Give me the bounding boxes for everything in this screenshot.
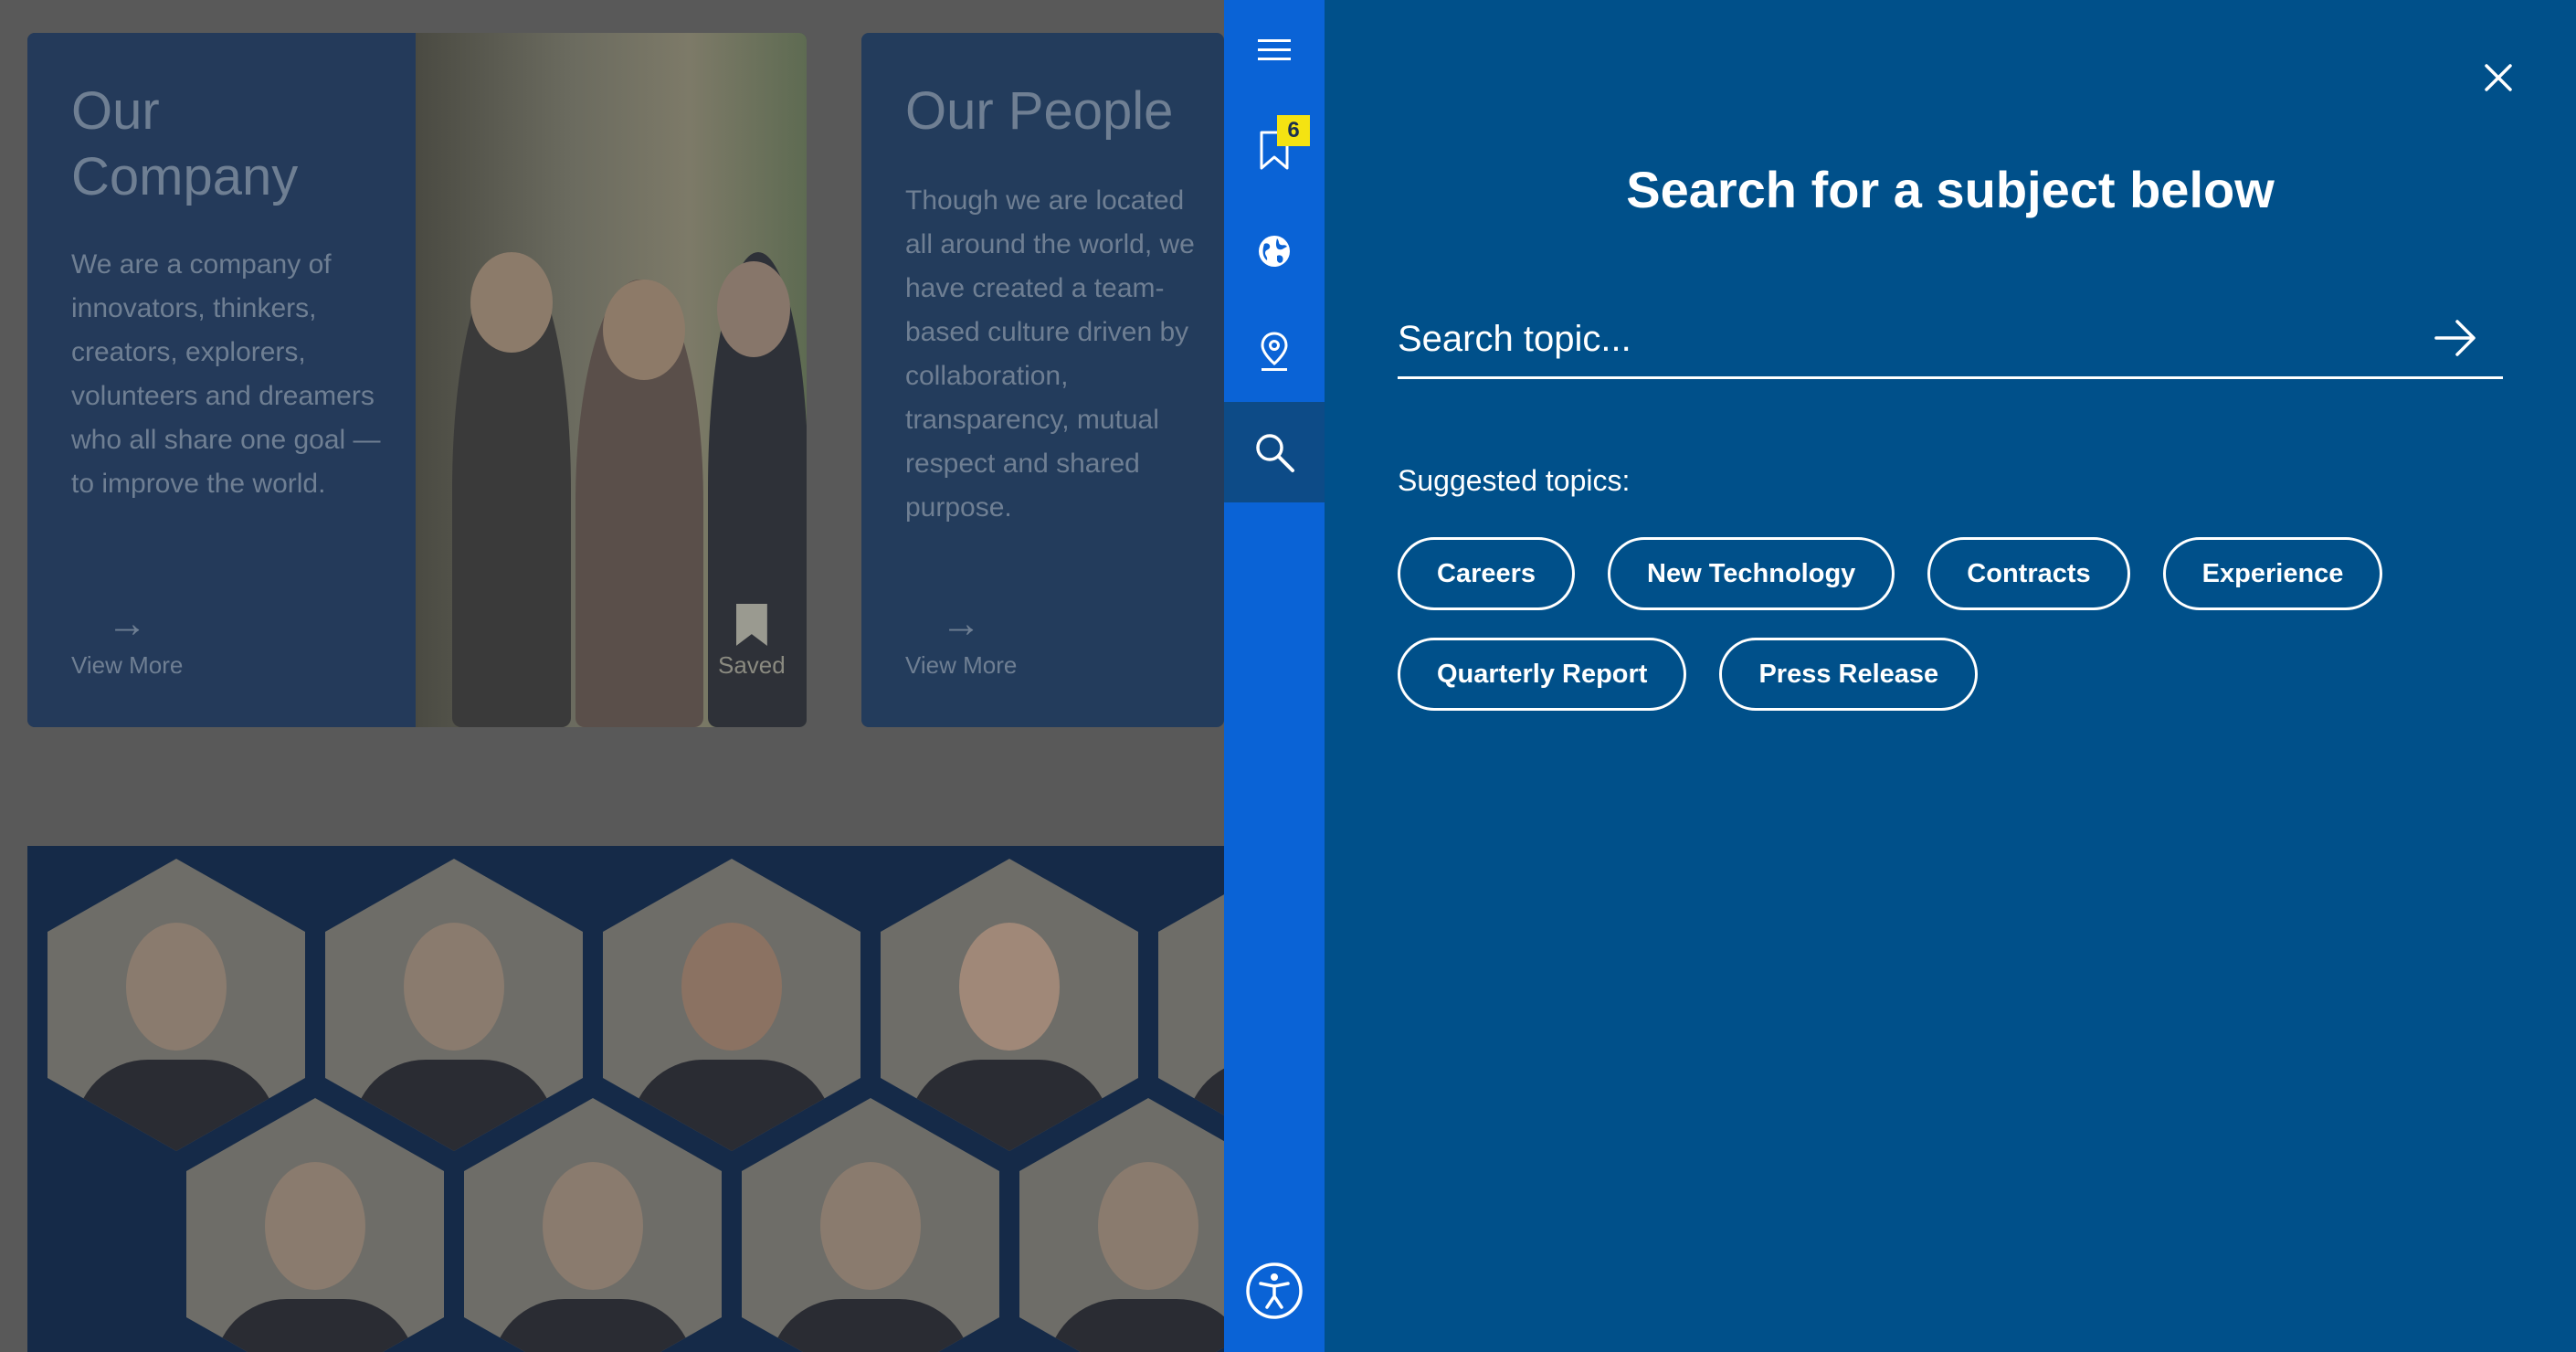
location-pin-icon xyxy=(1261,332,1288,371)
company-card-panel: Our Company We are a company of innovato… xyxy=(27,33,416,727)
search-icon xyxy=(1256,434,1294,472)
accessibility-icon xyxy=(1246,1262,1303,1319)
leader-portrait xyxy=(603,859,860,1151)
leader-portrait xyxy=(186,1098,444,1352)
people-card-title: Our People xyxy=(905,81,1174,141)
hamburger-menu-icon xyxy=(1258,39,1291,60)
close-search-button[interactable] xyxy=(2476,55,2521,100)
leadership-banner xyxy=(27,846,1224,1352)
leader-portrait xyxy=(881,859,1138,1151)
topic-chip-new-technology[interactable]: New Technology xyxy=(1608,537,1895,610)
leader-portrait xyxy=(48,859,305,1151)
leader-portrait xyxy=(1019,1098,1224,1352)
view-more-label: View More xyxy=(905,651,1018,679)
search-panel-title: Search for a subject below xyxy=(1626,161,2275,218)
search-button[interactable] xyxy=(1224,402,1325,502)
search-submit-button[interactable] xyxy=(2428,311,2483,365)
saved-button[interactable]: Saved xyxy=(718,604,786,680)
bookmark-count-badge: 6 xyxy=(1277,115,1310,146)
globe-icon xyxy=(1259,236,1290,267)
close-icon xyxy=(2485,64,2512,91)
language-button[interactable] xyxy=(1224,201,1325,301)
background-page: Our Company We are a company of innovato… xyxy=(0,0,1224,1352)
saved-label: Saved xyxy=(718,651,786,679)
bookmarks-button[interactable]: 6 xyxy=(1224,100,1325,201)
leader-portrait xyxy=(742,1098,999,1352)
company-card: Our Company We are a company of innovato… xyxy=(27,33,807,727)
leader-portrait xyxy=(464,1098,722,1352)
topic-chip-careers[interactable]: Careers xyxy=(1398,537,1576,610)
topic-chip-contracts[interactable]: Contracts xyxy=(1927,537,2130,610)
arrow-right-icon: → xyxy=(107,601,148,646)
company-view-more-link[interactable]: → View More xyxy=(71,601,184,680)
location-button[interactable] xyxy=(1224,301,1325,402)
bookmark-flag-icon xyxy=(735,604,767,646)
leader-portrait xyxy=(325,859,583,1151)
topic-chip-quarterly-report[interactable]: Quarterly Report xyxy=(1398,638,1687,711)
sidebar: 6 xyxy=(1224,0,1325,1352)
menu-button[interactable] xyxy=(1224,0,1325,100)
people-view-more-link[interactable]: → View More xyxy=(905,601,1018,680)
topic-chip-press-release[interactable]: Press Release xyxy=(1719,638,1979,711)
people-card: Our People Though we are located all aro… xyxy=(861,33,1224,727)
search-input[interactable] xyxy=(1398,311,2402,367)
suggested-topics-label: Suggested topics: xyxy=(1398,464,1631,497)
arrow-right-icon: → xyxy=(941,601,982,646)
topic-chip-experience[interactable]: Experience xyxy=(2162,537,2383,610)
leader-portrait xyxy=(1158,859,1224,1151)
view-more-label: View More xyxy=(71,651,184,679)
arrow-right-icon xyxy=(2434,320,2476,356)
search-bar xyxy=(1398,301,2503,379)
company-card-title: Our Company xyxy=(71,81,299,206)
people-card-text: Though we are located all around the wor… xyxy=(905,185,1195,523)
suggested-topics-list: Careers New Technology Contracts Experie… xyxy=(1398,537,2402,711)
company-card-text: We are a company of innovators, thinkers… xyxy=(71,249,381,499)
accessibility-button[interactable] xyxy=(1224,1241,1325,1341)
